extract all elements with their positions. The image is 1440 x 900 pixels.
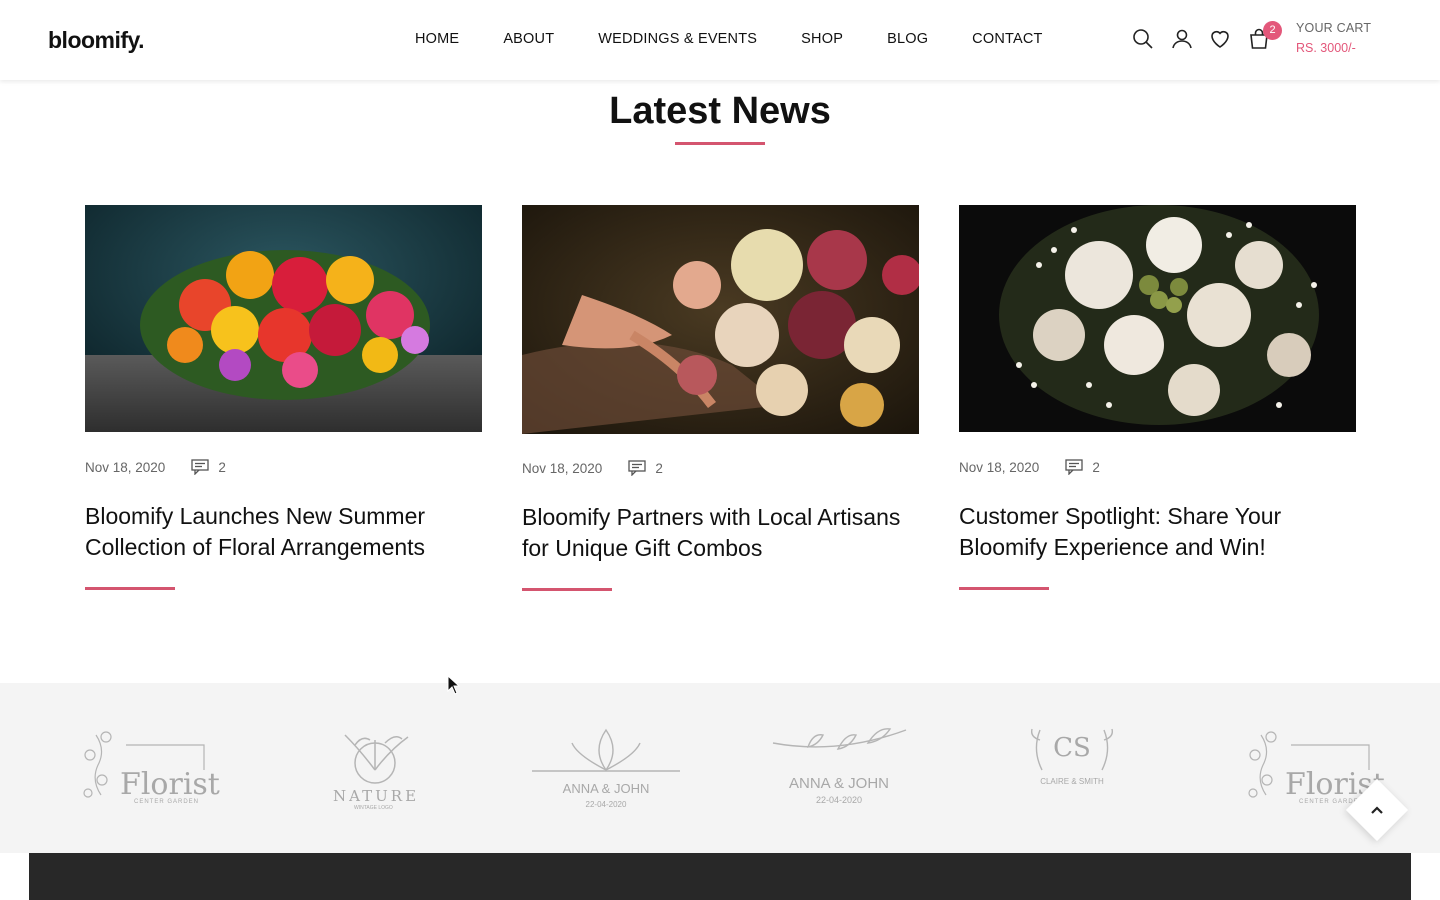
post-date: Nov 18, 2020 — [522, 460, 603, 476]
brand-name: NATURE — [333, 787, 420, 805]
post-underline — [522, 588, 612, 591]
brand-logo-florist-2[interactable]: Florist CENTER GARDEN — [1241, 725, 1385, 815]
brand-logo-nature[interactable]: NATURE WINTAGE LOGO — [330, 725, 420, 815]
post-underline — [85, 587, 175, 590]
brand-name: ANNA & JOHN — [562, 781, 650, 796]
news-card: Nov 18, 2020 2 Bloomify Partners with Lo… — [522, 205, 919, 591]
cart-title[interactable]: YOUR CART — [1296, 21, 1371, 35]
news-image-white-rose-bouquet[interactable] — [959, 205, 1356, 432]
footer — [29, 853, 1411, 900]
comment-icon — [1065, 459, 1083, 475]
nav-blog[interactable]: BLOG — [887, 30, 928, 48]
post-title[interactable]: Bloomify Partners with Local Artisans fo… — [522, 502, 919, 564]
brand-sub: CENTER GARDEN — [134, 799, 200, 805]
logo-text: bloomify. — [48, 27, 145, 53]
comment-icon — [191, 459, 209, 475]
post-title[interactable]: Bloomify Launches New Summer Collection … — [85, 501, 482, 563]
brand-logo-claire-smith[interactable]: CS CLAIRE & SMITH — [1022, 725, 1122, 815]
chevron-up-icon — [1371, 806, 1383, 814]
news-card: Nov 18, 2020 2 Bloomify Launches New Sum… — [85, 205, 482, 590]
post-date: Nov 18, 2020 — [959, 459, 1040, 475]
post-date: Nov 18, 2020 — [85, 459, 166, 475]
brand-sub: WINTAGE LOGO — [354, 805, 393, 811]
comment-count: 2 — [218, 459, 226, 475]
brand-logo-anna-john[interactable]: ANNA & JOHN 22-04-2020 — [532, 725, 680, 815]
post-meta: Nov 18, 2020 2 — [85, 459, 482, 475]
brand-sub: 22-04-2020 — [585, 800, 627, 809]
brand-name: ANNA & JOHN — [788, 775, 890, 792]
post-meta: Nov 18, 2020 2 — [959, 459, 1356, 475]
site-header: bloomify. HOME ABOUT WEDDINGS & EVENTS S… — [0, 0, 1440, 80]
brand-logo-florist[interactable]: Florist CENTER GARDEN — [76, 725, 220, 815]
brand-sub: CLAIRE & SMITH — [1040, 777, 1104, 786]
comment-count: 2 — [655, 460, 663, 476]
search-icon[interactable] — [1131, 27, 1155, 51]
post-title[interactable]: Customer Spotlight: Share Your Bloomify … — [959, 501, 1356, 563]
news-image-flower-bouquet[interactable] — [85, 205, 482, 432]
news-image-rose-bouquet[interactable] — [522, 205, 919, 434]
section-title: Latest News — [609, 90, 831, 132]
brand-logo-strip: Florist CENTER GARDEN NATURE WINTAGE LOG… — [0, 683, 1440, 853]
news-card: Nov 18, 2020 2 Customer Spotlight: Share… — [959, 205, 1356, 590]
brand-sub: 22-04-2020 — [815, 795, 863, 805]
nav-shop[interactable]: SHOP — [801, 30, 843, 48]
logo[interactable]: bloomify. — [48, 24, 145, 56]
nav-home[interactable]: HOME — [415, 30, 459, 48]
user-icon[interactable] — [1170, 27, 1194, 51]
brand-logo-anna-john-leaf[interactable]: ANNA & JOHN 22-04-2020 — [768, 725, 910, 815]
cart-total: RS. 3000/- — [1296, 41, 1356, 55]
nav-weddings-events[interactable]: WEDDINGS & EVENTS — [598, 30, 757, 48]
post-meta: Nov 18, 2020 2 — [522, 460, 919, 476]
nav-about[interactable]: ABOUT — [503, 30, 554, 48]
main-nav: HOME ABOUT WEDDINGS & EVENTS SHOP BLOG C… — [415, 30, 1043, 48]
brand-name: Florist — [120, 767, 220, 802]
brand-name: CS — [1053, 733, 1091, 763]
wishlist-heart-icon[interactable] — [1208, 27, 1232, 51]
nav-contact[interactable]: CONTACT — [972, 30, 1042, 48]
comment-count: 2 — [1092, 459, 1100, 475]
comment-icon — [628, 460, 646, 476]
section-title-underline — [675, 142, 765, 145]
post-underline — [959, 587, 1049, 590]
cart-count-badge: 2 — [1263, 21, 1282, 40]
mouse-cursor-icon — [447, 675, 461, 695]
